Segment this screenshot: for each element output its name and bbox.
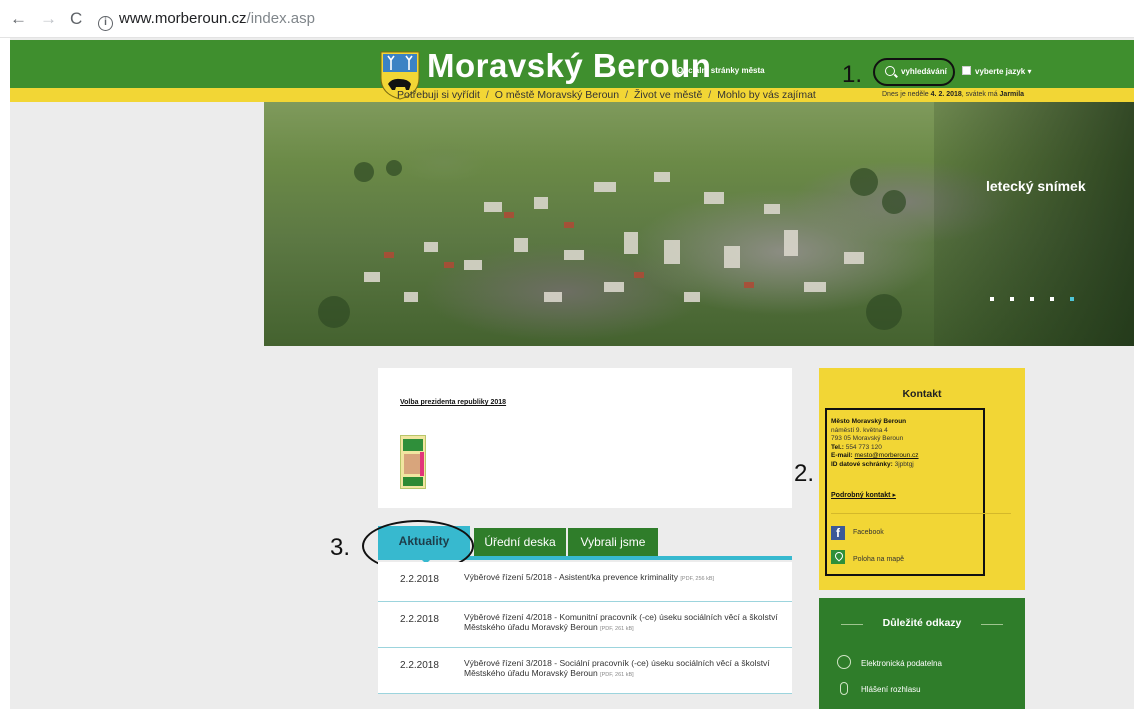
reload-icon[interactable]: C (70, 9, 82, 29)
tab-uredni-deska[interactable]: Úřední deska (474, 528, 566, 556)
annotation-number-1: 1. (842, 61, 863, 88)
news-title[interactable]: Výběrové řízení 5/2018 - Asistent/ka pre… (464, 572, 782, 584)
search-button[interactable]: vyhledávání (873, 58, 955, 86)
news-item[interactable]: 2.2.2018 Výběrové řízení 4/2018 - Komuni… (378, 602, 792, 648)
back-icon[interactable]: ← (10, 9, 27, 29)
main-navigation: Potřebuji si vyřídit / O městě Moravský Be… (397, 89, 816, 101)
language-label: vyberte jazyk ▾ (975, 67, 1032, 76)
contact-title: Kontakt (902, 388, 942, 400)
annotation-number-3: 3. (330, 534, 351, 561)
contact-city: 793 05 Moravský Beroun (831, 435, 904, 443)
detail-contact-link[interactable]: Podrobný kontakt ▸ (831, 491, 896, 499)
url-path: /index.asp (246, 10, 315, 27)
slider-dot-active[interactable] (1070, 297, 1074, 301)
nav-separator: / (708, 89, 712, 101)
important-links-panel: Důležité odkazy Elektronická podatelna H… (819, 598, 1025, 709)
search-icon (885, 66, 895, 76)
facebook-label: Facebook (853, 529, 884, 536)
news-item[interactable]: 2.2.2018 Výběrové řízení 3/2018 - Sociál… (378, 648, 792, 694)
nav-item-zivot[interactable]: Život ve městě (634, 89, 702, 101)
news-date: 2.2.2018 (400, 614, 439, 625)
date-info: Dnes je neděle 4. 2. 2018, svátek má Jar… (882, 91, 1024, 98)
browser-toolbar: ← → C i www.morberoun.cz/index.asp (0, 0, 1134, 38)
contact-ds: 3jpbtgj (894, 460, 914, 468)
election-link[interactable]: Volba prezidenta republiky 2018 (400, 399, 506, 406)
annotation-number-2: 2. (794, 460, 815, 487)
detail-contact-label: Podrobný kontakt (831, 492, 891, 499)
aerial-photo (318, 160, 906, 330)
contact-tel: 554 773 120 (845, 443, 882, 451)
radio-announcements-label: Hlášení rozhlasu (861, 685, 921, 694)
e-filing-link[interactable]: Elektronická podatelna (837, 655, 942, 669)
microphone-icon (840, 682, 848, 695)
info-icon[interactable]: i (98, 16, 113, 31)
arrow-right-icon: ▸ (892, 492, 896, 499)
map-label: Poloha na mapě (853, 556, 904, 563)
hero-slider[interactable]: letecký snímek (264, 102, 1134, 346)
nav-separator: / (485, 89, 489, 101)
mail-icon (837, 655, 851, 669)
news-list: 2.2.2018 Výběrové řízení 5/2018 - Asiste… (378, 562, 792, 694)
nav-item-mohlo[interactable]: Mohlo by vás zajímat (717, 89, 816, 101)
slider-dot[interactable] (1030, 297, 1034, 301)
promo-card: Volba prezidenta republiky 2018 (378, 368, 792, 508)
contact-org: Město Moravský Beroun (831, 418, 907, 425)
name-day: Jarmila (999, 91, 1025, 98)
radio-announcements-link[interactable]: Hlášení rozhlasu (837, 682, 921, 695)
pdf-badge: [PDF, 261 kB] (600, 672, 634, 678)
map-pin-icon (831, 550, 845, 564)
news-item[interactable]: 2.2.2018 Výběrové řízení 5/2018 - Asiste… (378, 562, 792, 602)
date-prefix: Dnes je neděle (882, 91, 931, 98)
nav-item-o-meste[interactable]: O městě Moravský Beroun (495, 89, 619, 101)
language-selector[interactable]: vyberte jazyk ▾ (962, 66, 1032, 76)
email-label: E-mail: (831, 452, 853, 460)
contact-details: Město Moravský Beroun náměstí 9. května … (831, 418, 919, 470)
slider-dot[interactable] (990, 297, 994, 301)
forward-icon[interactable]: → (40, 9, 57, 29)
facebook-icon: f (831, 526, 845, 540)
hero-overlay (934, 102, 1134, 346)
tab-vybrali-jsme[interactable]: Vybrali jsme (568, 528, 658, 556)
news-date: 2.2.2018 (400, 574, 439, 585)
flag-icon (962, 66, 971, 75)
contact-street: náměstí 9. května 4 (831, 426, 888, 434)
search-label: vyhledávání (901, 67, 947, 76)
ds-label: ID datové schránky: (831, 460, 893, 468)
facebook-link[interactable]: f Facebook (831, 526, 884, 540)
news-title-text: Výběrové řízení 5/2018 - Asistent/ka pre… (464, 572, 679, 582)
contact-panel: Kontakt Město Moravský Beroun náměstí 9.… (819, 368, 1025, 590)
site-subtitle: Oficiální stránky města (677, 66, 765, 75)
news-title[interactable]: Výběrové řízení 3/2018 - Sociální pracov… (464, 658, 782, 680)
date-value: 4. 2. 2018 (930, 91, 962, 98)
important-links-title: Důležité odkazy (882, 617, 962, 629)
map-link[interactable]: Poloha na mapě (831, 550, 904, 564)
news-date: 2.2.2018 (400, 660, 439, 671)
nav-item-potrebuji[interactable]: Potřebuji si vyřídit (397, 89, 480, 101)
pdf-badge: [PDF, 261 kB] (600, 626, 634, 632)
url-host: www.morberoun.cz (119, 10, 247, 27)
tel-label: Tel.: (831, 443, 844, 451)
date-mid: , svátek má (961, 91, 1000, 98)
hero-caption: letecký snímek (986, 178, 1086, 194)
contact-email-link[interactable]: mesto@morberoun.cz (854, 452, 918, 459)
slider-dot[interactable] (1050, 297, 1054, 301)
divider (831, 513, 1011, 514)
page: Moravský Beroun Oficiální stránky města … (10, 38, 1134, 709)
pdf-badge: [PDF, 256 kB] (680, 576, 715, 582)
nav-separator: / (625, 89, 629, 101)
e-filing-label: Elektronická podatelna (861, 659, 942, 668)
site-title[interactable]: Moravský Beroun (427, 46, 711, 86)
brochure-thumbnail[interactable] (400, 435, 426, 489)
hero-pagination[interactable] (990, 288, 1090, 306)
address-bar[interactable]: i www.morberoun.cz/index.asp (98, 9, 315, 31)
slider-dot[interactable] (1010, 297, 1014, 301)
news-title[interactable]: Výběrové řízení 4/2018 - Komunitní praco… (464, 612, 782, 634)
